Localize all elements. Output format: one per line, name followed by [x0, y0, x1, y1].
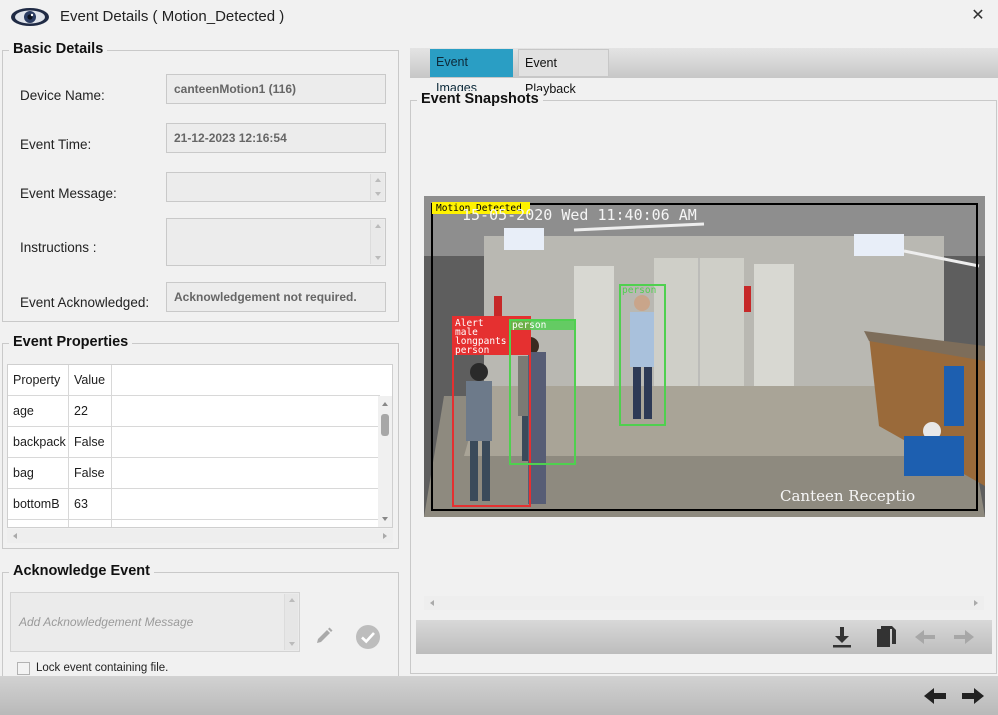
table-header: Property Value: [8, 365, 380, 396]
instructions-field[interactable]: [166, 218, 386, 266]
lock-event-checkbox[interactable]: [17, 662, 30, 675]
close-button[interactable]: ✕: [968, 6, 988, 26]
arrow-right-icon[interactable]: [960, 685, 986, 707]
acknowledgement-message-input[interactable]: Add Acknowledgement Message: [10, 592, 300, 652]
acknowledgement-scrollbar[interactable]: [284, 594, 298, 650]
scroll-up-icon[interactable]: [382, 399, 388, 406]
column-header-property[interactable]: Property: [8, 365, 69, 396]
table-row[interactable]: backpack False: [8, 427, 380, 458]
bottom-navigation-bar: [0, 676, 998, 715]
device-name-field: canteenMotion1 (116): [166, 74, 386, 104]
table-row[interactable]: bag False: [8, 458, 380, 489]
scroll-left-icon[interactable]: [427, 600, 434, 606]
event-acknowledged-field: Acknowledgement not required.: [166, 282, 386, 312]
tab-strip: Event Images Event Playback: [410, 48, 998, 96]
snapshot-horizontal-scrollbar[interactable]: [424, 596, 984, 610]
next-event-button[interactable]: [960, 685, 986, 707]
arrow-right-icon[interactable]: [952, 627, 976, 647]
eye-icon: [10, 5, 50, 29]
confirm-acknowledge-button[interactable]: [355, 624, 381, 650]
instructions-label: Instructions :: [20, 240, 97, 255]
cctv-scene: Motion_Detected 15-05-2020 Wed 11:40:06 …: [424, 196, 985, 517]
copy-button[interactable]: [874, 624, 898, 650]
property-cell: backpack: [8, 427, 69, 458]
snapshot-image[interactable]: Motion_Detected 15-05-2020 Wed 11:40:06 …: [424, 196, 985, 517]
property-cell: bottomB: [8, 489, 69, 520]
next-snapshot-button[interactable]: [952, 627, 976, 647]
edit-button[interactable]: [313, 625, 335, 647]
download-icon[interactable]: [830, 625, 854, 649]
download-button[interactable]: [830, 625, 854, 649]
table-horizontal-scrollbar[interactable]: [7, 529, 393, 543]
tab-event-playback[interactable]: Event Playback: [518, 49, 609, 96]
previous-snapshot-button[interactable]: [913, 627, 937, 647]
event-time-field: 21-12-2023 12:16:54: [166, 123, 386, 153]
event-message-scrollbar[interactable]: [370, 174, 384, 200]
lock-event-label: Lock event containing file.: [36, 662, 169, 674]
table-row[interactable]: bottomB 63: [8, 489, 380, 520]
value-cell: False: [69, 427, 112, 458]
table-row[interactable]: [8, 520, 380, 527]
event-properties-title: Event Properties: [9, 334, 133, 350]
camera-label: Canteen Receptio: [780, 487, 915, 505]
check-circle-icon[interactable]: [355, 624, 381, 650]
tab-event-images[interactable]: Event Images: [430, 49, 513, 95]
arrow-left-icon[interactable]: [913, 627, 937, 647]
person-label: person: [512, 320, 546, 331]
close-icon[interactable]: ✕: [971, 7, 984, 24]
overlay-timestamp: 15-05-2020 Wed 11:40:06 AM: [462, 206, 697, 224]
value-cell: 63: [69, 489, 112, 520]
event-message-label: Event Message:: [20, 186, 117, 201]
scroll-right-icon[interactable]: [974, 600, 981, 606]
detection-label: person: [455, 345, 489, 356]
scroll-down-icon[interactable]: [382, 517, 388, 524]
window-title: Event Details ( Motion_Detected ): [60, 8, 285, 25]
scroll-right-icon[interactable]: [383, 533, 390, 539]
scroll-left-icon[interactable]: [10, 533, 17, 539]
property-cell: bag: [8, 458, 69, 489]
previous-event-button[interactable]: [922, 685, 948, 707]
event-snapshots-title: Event Snapshots: [417, 91, 543, 107]
event-acknowledged-label: Event Acknowledged:: [20, 295, 150, 310]
device-name-label: Device Name:: [20, 88, 105, 103]
instructions-scrollbar[interactable]: [370, 220, 384, 264]
property-cell: age: [8, 396, 69, 427]
event-message-field[interactable]: [166, 172, 386, 202]
column-header-value[interactable]: Value: [69, 365, 112, 396]
person-label: person: [622, 285, 656, 296]
value-cell: False: [69, 458, 112, 489]
acknowledge-event-title: Acknowledge Event: [9, 563, 154, 579]
properties-table: Property Value age 22 backpack False bag…: [7, 364, 393, 528]
copy-icon[interactable]: [874, 624, 898, 650]
basic-details-title: Basic Details: [9, 41, 108, 57]
value-cell: 22: [69, 396, 112, 427]
snapshot-action-bar: [416, 620, 992, 654]
event-time-label: Event Time:: [20, 137, 92, 152]
acknowledgement-placeholder: Add Acknowledgement Message: [19, 615, 194, 629]
table-scroll-thumb[interactable]: [381, 414, 389, 436]
pencil-icon[interactable]: [313, 625, 335, 647]
table-vertical-scrollbar[interactable]: [378, 396, 392, 527]
table-row[interactable]: age 22: [8, 396, 380, 427]
title-bar: Event Details ( Motion_Detected ) ✕: [0, 0, 998, 36]
arrow-left-icon[interactable]: [922, 685, 948, 707]
